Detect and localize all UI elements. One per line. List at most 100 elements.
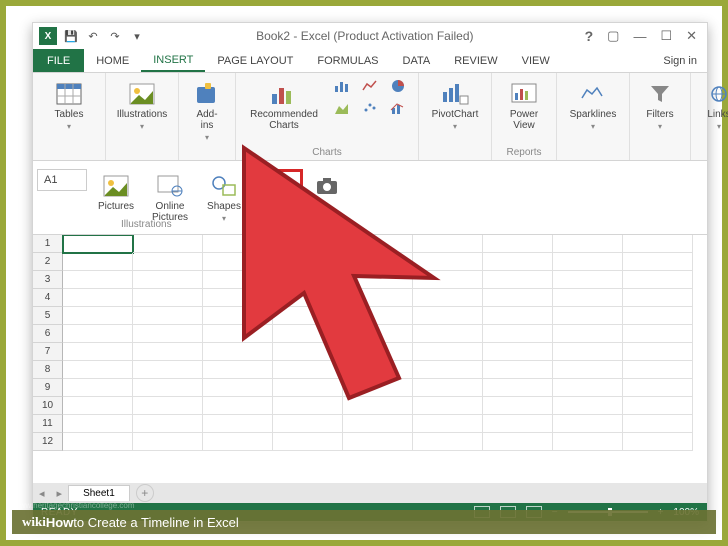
sheet-nav-next-icon[interactable]: ▸: [51, 487, 69, 500]
tab-page-layout[interactable]: PAGE LAYOUT: [205, 49, 305, 72]
cell[interactable]: [413, 379, 483, 397]
cell[interactable]: [413, 415, 483, 433]
sign-in-link[interactable]: Sign in: [653, 49, 707, 72]
cell[interactable]: [553, 397, 623, 415]
cell[interactable]: [343, 253, 413, 271]
cell[interactable]: [273, 433, 343, 451]
links-button[interactable]: Links ▾: [699, 77, 728, 132]
cell[interactable]: [343, 397, 413, 415]
undo-icon[interactable]: ↶: [85, 28, 101, 44]
cell[interactable]: [63, 361, 133, 379]
pivotchart-button[interactable]: PivotChart ▾: [427, 77, 483, 132]
cell[interactable]: [203, 415, 273, 433]
qat-dropdown-icon[interactable]: ▾: [129, 28, 145, 44]
cell[interactable]: [63, 289, 133, 307]
row-header[interactable]: 9: [33, 379, 63, 397]
cell[interactable]: [133, 307, 203, 325]
maximize-icon[interactable]: ☐: [660, 28, 672, 44]
cell[interactable]: [623, 361, 693, 379]
cell[interactable]: [63, 271, 133, 289]
tab-insert[interactable]: INSERT: [141, 49, 205, 72]
row-header[interactable]: 10: [33, 397, 63, 415]
cell[interactable]: [133, 271, 203, 289]
pie-chart-icon[interactable]: [388, 77, 408, 95]
cell[interactable]: [203, 253, 273, 271]
shapes-button[interactable]: Shapes ▾: [199, 169, 249, 224]
cell[interactable]: [623, 379, 693, 397]
cell[interactable]: [623, 433, 693, 451]
cell[interactable]: [203, 235, 273, 253]
area-chart-icon[interactable]: [332, 99, 352, 117]
power-view-button[interactable]: Power View: [500, 77, 548, 131]
cell[interactable]: [553, 271, 623, 289]
bar-chart-icon[interactable]: [332, 77, 352, 95]
row-header[interactable]: 5: [33, 307, 63, 325]
cell[interactable]: [133, 289, 203, 307]
cell[interactable]: [63, 253, 133, 271]
ribbon-display-icon[interactable]: ▢: [607, 28, 619, 44]
tab-file[interactable]: FILE: [33, 49, 84, 72]
cell[interactable]: [413, 325, 483, 343]
row-header[interactable]: 2: [33, 253, 63, 271]
cell[interactable]: [63, 343, 133, 361]
cell[interactable]: [343, 379, 413, 397]
cell[interactable]: [343, 361, 413, 379]
cell[interactable]: [273, 307, 343, 325]
cell[interactable]: [413, 253, 483, 271]
cell[interactable]: [413, 361, 483, 379]
cell[interactable]: [343, 343, 413, 361]
cell[interactable]: [483, 235, 553, 253]
cell[interactable]: [273, 379, 343, 397]
cell[interactable]: [203, 289, 273, 307]
cell[interactable]: [483, 325, 553, 343]
cell[interactable]: [133, 235, 203, 253]
cell[interactable]: [553, 307, 623, 325]
cell[interactable]: [623, 289, 693, 307]
cell[interactable]: [203, 307, 273, 325]
cell[interactable]: [63, 433, 133, 451]
close-icon[interactable]: ✕: [686, 28, 697, 44]
minimize-icon[interactable]: —: [633, 29, 646, 44]
cell[interactable]: [203, 433, 273, 451]
smartart-button[interactable]: SmartArt: [253, 169, 303, 218]
cell[interactable]: [343, 271, 413, 289]
cell[interactable]: [273, 397, 343, 415]
cell[interactable]: [623, 325, 693, 343]
save-icon[interactable]: 💾: [63, 28, 79, 44]
cell[interactable]: [413, 235, 483, 253]
cell[interactable]: [553, 289, 623, 307]
cell[interactable]: [553, 433, 623, 451]
tables-button[interactable]: Tables ▾: [41, 77, 97, 132]
row-header[interactable]: 4: [33, 289, 63, 307]
cell[interactable]: [273, 289, 343, 307]
spreadsheet-grid[interactable]: 1 2 3 4 5 6 7 8 9 10 11 12: [33, 235, 707, 483]
cell[interactable]: [343, 433, 413, 451]
cell[interactable]: [553, 235, 623, 253]
cell[interactable]: [413, 343, 483, 361]
name-box[interactable]: [37, 169, 87, 191]
cell[interactable]: [63, 415, 133, 433]
cell[interactable]: [133, 397, 203, 415]
cell[interactable]: [483, 433, 553, 451]
cell[interactable]: [203, 361, 273, 379]
cell[interactable]: [203, 271, 273, 289]
cell[interactable]: [343, 235, 413, 253]
line-chart-icon[interactable]: [360, 77, 380, 95]
cell[interactable]: [483, 343, 553, 361]
cell[interactable]: [133, 361, 203, 379]
cell[interactable]: [203, 343, 273, 361]
help-icon[interactable]: ?: [585, 28, 594, 44]
cell[interactable]: [133, 433, 203, 451]
screenshot-button[interactable]: +: [307, 169, 347, 211]
cell[interactable]: [63, 379, 133, 397]
cell[interactable]: [203, 379, 273, 397]
cell[interactable]: [133, 325, 203, 343]
tab-view[interactable]: VIEW: [510, 49, 562, 72]
addins-button[interactable]: Add- ins ▾: [187, 77, 227, 143]
sheet-tab-sheet1[interactable]: Sheet1: [68, 485, 130, 501]
cell[interactable]: [553, 361, 623, 379]
cell[interactable]: [203, 325, 273, 343]
sparklines-button[interactable]: Sparklines ▾: [565, 77, 621, 132]
row-header[interactable]: 8: [33, 361, 63, 379]
cell[interactable]: [553, 415, 623, 433]
